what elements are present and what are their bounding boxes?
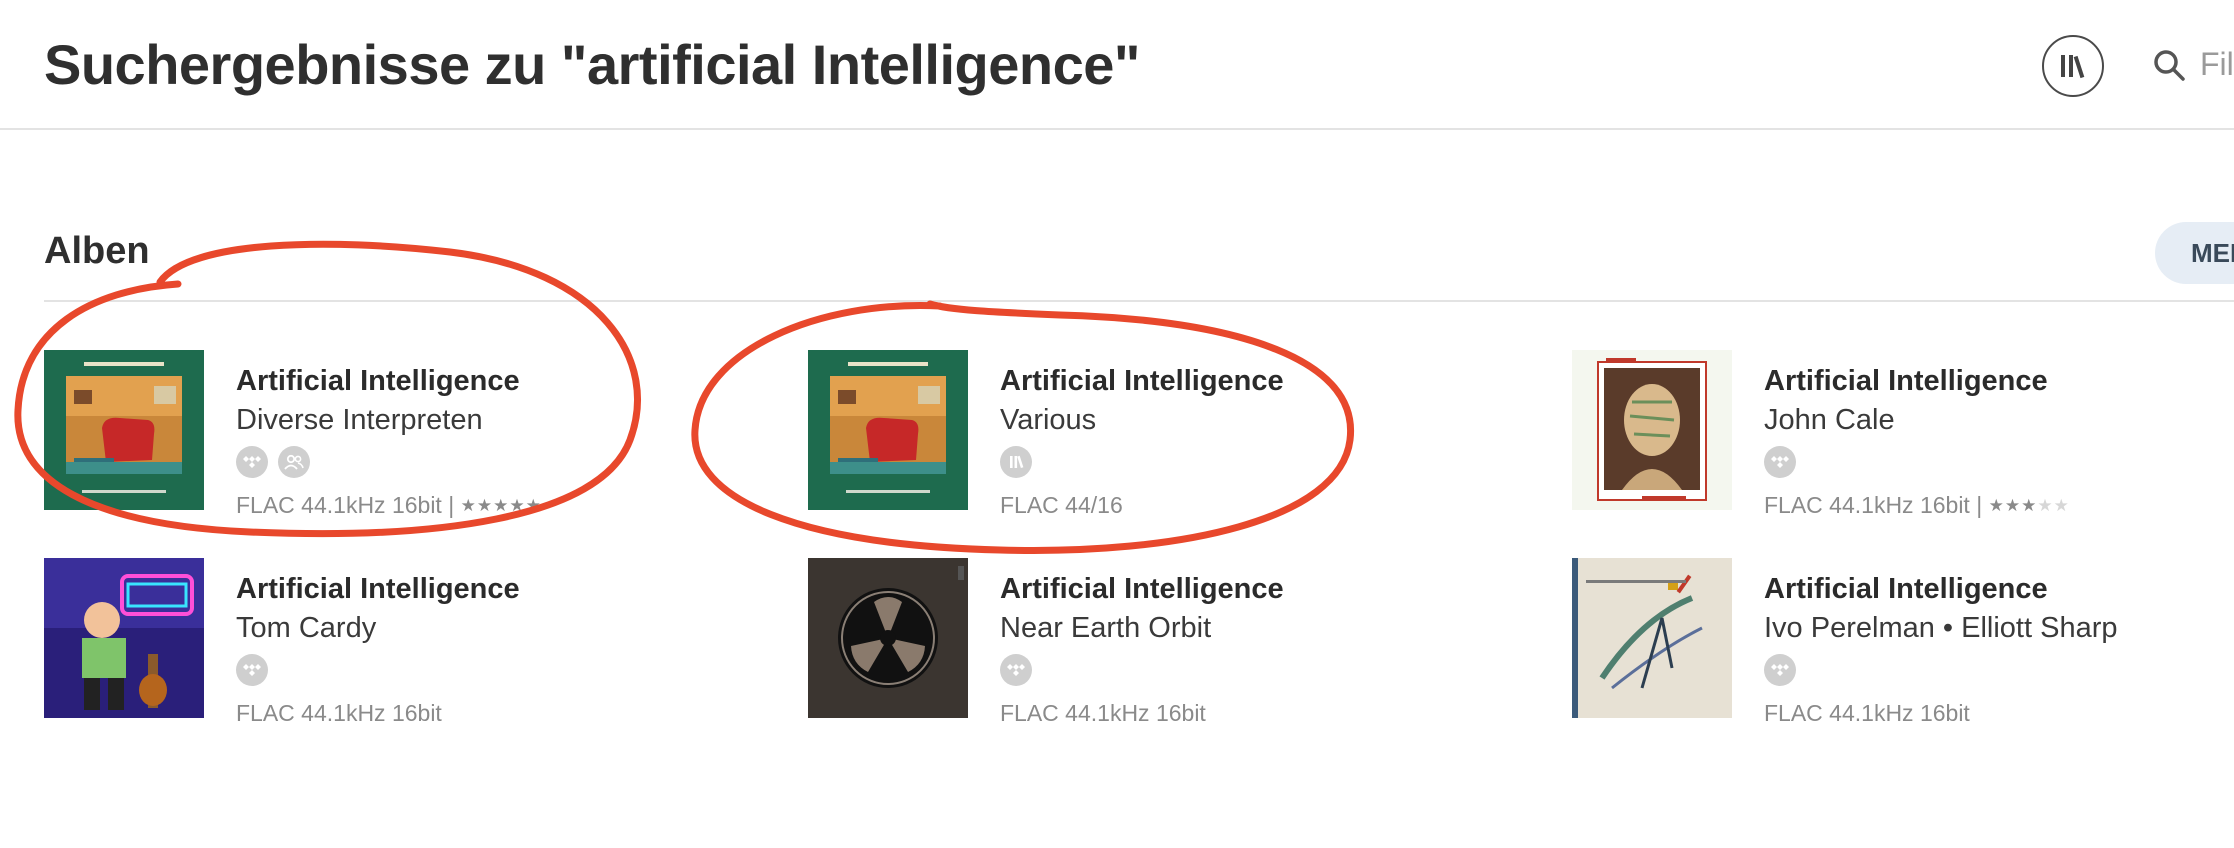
search-icon — [2154, 49, 2185, 81]
page-title: Suchergebnisse zu "artificial Intelligen… — [44, 33, 1140, 96]
library-icon — [1000, 446, 1032, 478]
star-filled-icon: ★ — [476, 496, 494, 515]
album-artist[interactable]: Near Earth Orbit — [1000, 608, 1560, 648]
library-icon — [2061, 55, 2085, 79]
tidal-icon — [1764, 654, 1796, 686]
source-badges — [1764, 446, 2234, 478]
tidal-icon — [1000, 654, 1032, 686]
source-badges — [1000, 654, 1560, 686]
album-card[interactable]: Artificial Intelligence Various FLAC 44/… — [808, 350, 1548, 520]
album-cover[interactable] — [1572, 350, 1732, 510]
star-filled-icon: ★ — [525, 496, 542, 515]
format-text: FLAC 44/16 — [1000, 492, 1123, 518]
star-empty-icon: ★ — [2037, 496, 2054, 515]
format-text: FLAC 44.1kHz 16bit — [1000, 700, 1206, 726]
format-text: FLAC 44.1kHz 16bit — [236, 492, 442, 518]
section-divider — [44, 300, 2234, 302]
album-title[interactable]: Artificial Intelligence — [236, 362, 796, 400]
album-cover[interactable] — [1572, 558, 1732, 718]
source-badges — [236, 446, 796, 478]
header: Suchergebnisse zu "artificial Intelligen… — [0, 0, 2234, 130]
album-card[interactable]: Artificial Intelligence Diverse Interpre… — [44, 350, 784, 520]
source-badges — [1764, 654, 2234, 686]
album-title[interactable]: Artificial Intelligence — [1764, 362, 2234, 400]
album-title[interactable]: Artificial Intelligence — [1000, 570, 1560, 608]
album-cover[interactable] — [44, 558, 204, 718]
format-separator: | — [1969, 492, 1989, 518]
album-card[interactable]: Artificial Intelligence John Cale FLAC 4… — [1572, 350, 2234, 520]
library-button[interactable] — [2042, 35, 2104, 97]
search-placeholder: Fil — [2200, 46, 2234, 82]
album-format: FLAC 44.1kHz 16bit — [1764, 698, 2234, 728]
format-separator: | — [441, 492, 461, 518]
star-filled-icon: ★ — [2004, 496, 2022, 515]
section-title-albums: Alben — [44, 230, 150, 272]
album-info: Artificial Intelligence Diverse Interpre… — [236, 362, 796, 521]
album-format: FLAC 44.1kHz 16bit | ★★★★★ — [236, 490, 796, 521]
album-cover[interactable] — [808, 350, 968, 510]
rating-stars: ★★★★★ — [461, 496, 542, 515]
album-title[interactable]: Artificial Intelligence — [236, 570, 796, 608]
album-artist[interactable]: Diverse Interpreten — [236, 400, 796, 440]
star-filled-icon: ★ — [1988, 496, 2005, 515]
album-artist[interactable]: Various — [1000, 400, 1560, 440]
album-artist[interactable]: Tom Cardy — [236, 608, 796, 648]
star-half-icon: ★ — [2021, 496, 2038, 515]
tidal-icon — [236, 654, 268, 686]
star-empty-icon: ★ — [2053, 496, 2070, 515]
format-text: FLAC 44.1kHz 16bit — [1764, 700, 1970, 726]
tidal-icon — [236, 446, 268, 478]
tidal-icon — [1764, 446, 1796, 478]
album-title[interactable]: Artificial Intelligence — [1764, 570, 2234, 608]
album-card[interactable]: Artificial Intelligence Near Earth Orbit… — [808, 558, 1548, 728]
format-text: FLAC 44.1kHz 16bit — [236, 700, 442, 726]
album-cover[interactable] — [44, 350, 204, 510]
album-info: Artificial Intelligence Tom Cardy FLAC 4… — [236, 570, 796, 728]
star-filled-icon: ★ — [493, 496, 510, 515]
more-button[interactable]: MEHR — [2155, 222, 2234, 284]
album-card[interactable]: Artificial Intelligence Tom Cardy FLAC 4… — [44, 558, 784, 728]
album-format: FLAC 44/16 — [1000, 490, 1560, 520]
album-info: Artificial Intelligence John Cale FLAC 4… — [1764, 362, 2234, 521]
album-artist[interactable]: John Cale — [1764, 400, 2234, 440]
source-badges — [1000, 446, 1560, 478]
album-format: FLAC 44.1kHz 16bit — [236, 698, 796, 728]
album-card[interactable]: Artificial Intelligence Ivo Perelman • E… — [1572, 558, 2234, 728]
album-format: FLAC 44.1kHz 16bit | ★★★★★ — [1764, 490, 2234, 521]
format-text: FLAC 44.1kHz 16bit — [1764, 492, 1970, 518]
source-badges — [236, 654, 796, 686]
star-filled-icon: ★ — [509, 496, 526, 515]
album-info: Artificial Intelligence Ivo Perelman • E… — [1764, 570, 2234, 728]
search-field[interactable]: Fil — [2152, 46, 2234, 83]
album-format: FLAC 44.1kHz 16bit — [1000, 698, 1560, 728]
album-title[interactable]: Artificial Intelligence — [1000, 362, 1560, 400]
album-info: Artificial Intelligence Near Earth Orbit… — [1000, 570, 1560, 728]
album-artist[interactable]: Ivo Perelman • Elliott Sharp — [1764, 608, 2234, 648]
users-icon — [278, 446, 310, 478]
star-filled-icon: ★ — [460, 496, 477, 515]
rating-stars: ★★★★★ — [1989, 496, 2070, 515]
album-cover[interactable] — [808, 558, 968, 718]
album-info: Artificial Intelligence Various FLAC 44/… — [1000, 362, 1560, 520]
